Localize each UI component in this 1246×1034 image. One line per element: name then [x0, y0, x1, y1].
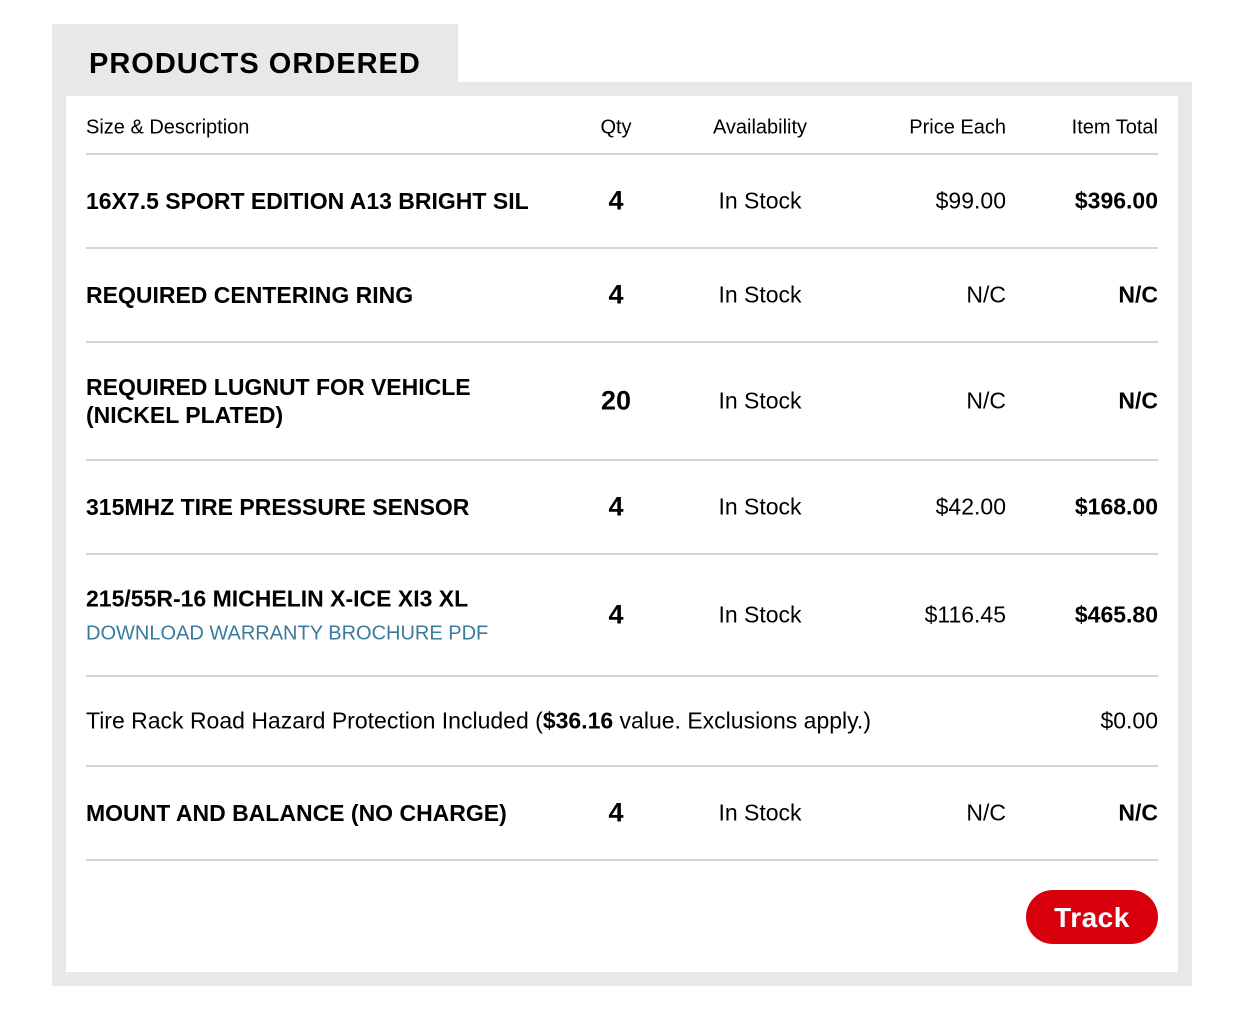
item-description: 315MHZ TIRE PRESSURE SENSOR [86, 494, 470, 520]
column-header-qty: Qty [600, 116, 632, 139]
products-table: Size & Description Qty Availability Pric… [86, 96, 1158, 861]
item-availability: In Stock [718, 387, 802, 414]
column-header-price-each: Price Each [909, 116, 1006, 139]
item-description-cell: 215/55R-16 MICHELIN X-ICE XI3 XL DOWNLOA… [86, 585, 488, 646]
table-row: 315MHZ TIRE PRESSURE SENSOR 4 In Stock $… [86, 461, 1158, 555]
item-total: $396.00 [1074, 187, 1158, 214]
item-description: REQUIRED CENTERING RING [86, 282, 414, 308]
item-description-cell: MOUNT AND BALANCE (NO CHARGE) [86, 799, 507, 827]
item-qty: 20 [600, 385, 632, 416]
item-price-each: $42.00 [935, 493, 1006, 520]
item-description: 16X7.5 SPORT EDITION A13 BRIGHT SIL [86, 188, 529, 214]
item-availability: In Stock [718, 187, 802, 214]
item-price-each: N/C [966, 281, 1006, 308]
protection-value: $36.16 [542, 707, 614, 734]
item-description-cell: 16X7.5 SPORT EDITION A13 BRIGHT SIL [86, 187, 529, 215]
item-availability: In Stock [718, 281, 802, 308]
protection-note: Tire Rack Road Hazard Protection Include… [86, 708, 871, 735]
table-row: REQUIRED LUGNUT FOR VEHICLE (NICKEL PLAT… [86, 343, 1158, 461]
item-price-each: $99.00 [935, 187, 1006, 214]
column-header-item-total: Item Total [1071, 116, 1158, 139]
protection-text-after: value. Exclusions apply.) [613, 707, 871, 734]
item-qty: 4 [608, 185, 624, 216]
protection-total: $0.00 [1100, 707, 1158, 734]
item-description: 215/55R-16 MICHELIN X-ICE XI3 XL [86, 585, 469, 612]
item-qty: 4 [608, 797, 624, 828]
item-total: $168.00 [1074, 493, 1158, 520]
item-description-cell: REQUIRED LUGNUT FOR VEHICLE (NICKEL PLAT… [86, 373, 506, 429]
table-header-row: Size & Description Qty Availability Pric… [86, 96, 1158, 155]
item-qty: 4 [608, 599, 624, 630]
item-description: MOUNT AND BALANCE (NO CHARGE) [86, 800, 507, 826]
item-price-each: $116.45 [924, 601, 1006, 628]
item-price-each: N/C [966, 799, 1006, 826]
item-price-each: N/C [966, 387, 1006, 414]
item-qty: 4 [608, 279, 624, 310]
section-tab: PRODUCTS ORDERED [52, 24, 458, 86]
table-row: MOUNT AND BALANCE (NO CHARGE) 4 In Stock… [86, 767, 1158, 861]
item-total: $465.80 [1074, 601, 1158, 628]
warranty-brochure-link[interactable]: DOWNLOAD WARRANTY BROCHURE PDF [86, 623, 488, 646]
item-qty: 4 [608, 491, 624, 522]
protection-row: Tire Rack Road Hazard Protection Include… [86, 677, 1158, 767]
column-header-description: Size & Description [86, 116, 250, 139]
item-total: N/C [1118, 281, 1158, 308]
products-panel: Size & Description Qty Availability Pric… [66, 96, 1178, 972]
table-row: 215/55R-16 MICHELIN X-ICE XI3 XL DOWNLOA… [86, 555, 1158, 677]
item-description: REQUIRED LUGNUT FOR VEHICLE (NICKEL PLAT… [86, 374, 471, 428]
item-availability: In Stock [718, 799, 802, 826]
table-row: REQUIRED CENTERING RING 4 In Stock N/C N… [86, 249, 1158, 343]
item-total: N/C [1118, 799, 1158, 826]
track-button[interactable]: Track [1026, 890, 1158, 944]
item-description-cell: REQUIRED CENTERING RING [86, 281, 413, 309]
table-row: 16X7.5 SPORT EDITION A13 BRIGHT SIL 4 In… [86, 155, 1158, 249]
item-total: N/C [1118, 387, 1158, 414]
section-title: PRODUCTS ORDERED [89, 48, 421, 80]
item-availability: In Stock [718, 601, 802, 628]
item-description-cell: 315MHZ TIRE PRESSURE SENSOR [86, 493, 469, 521]
item-availability: In Stock [718, 493, 802, 520]
column-header-availability: Availability [712, 116, 808, 139]
protection-text-before: Tire Rack Road Hazard Protection Include… [86, 707, 543, 734]
